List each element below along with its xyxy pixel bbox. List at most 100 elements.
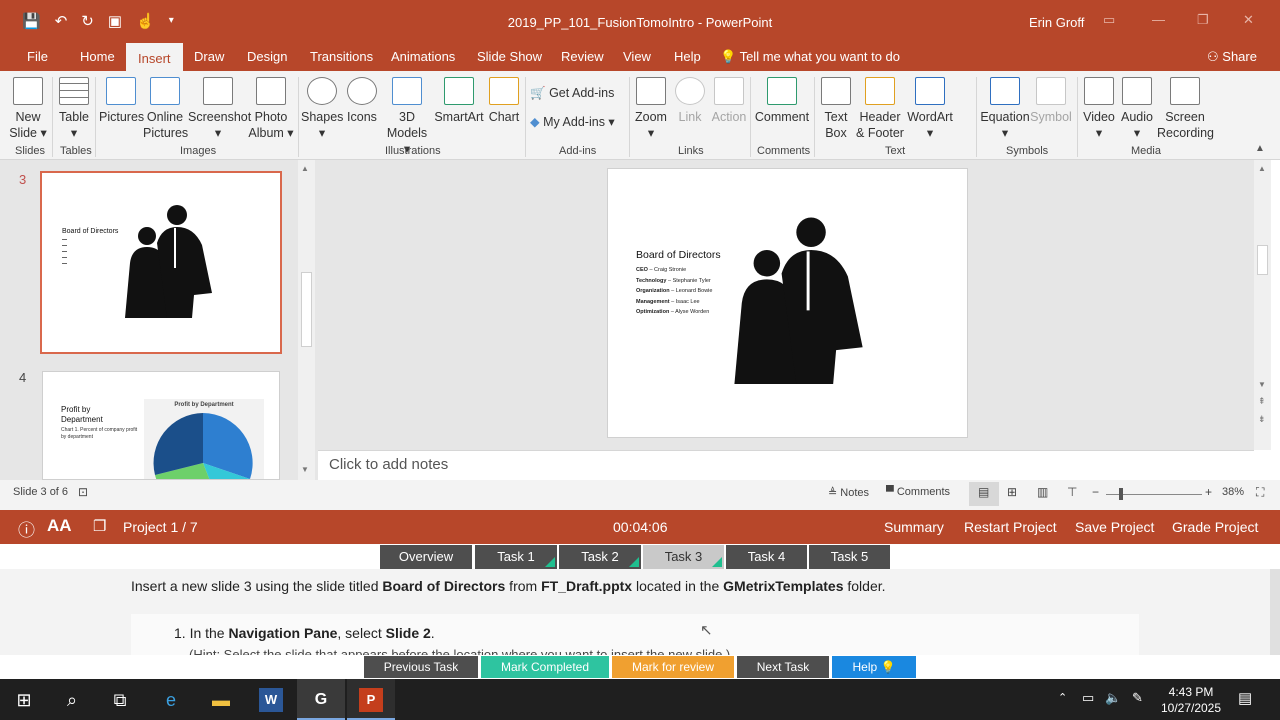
- symbol-button[interactable]: Symbol: [1030, 77, 1072, 125]
- photo-album-button[interactable]: Photo Album ▾: [248, 77, 294, 141]
- slide-sorter-icon[interactable]: ⊞: [1007, 485, 1017, 499]
- current-slide[interactable]: Board of Directors CEO – Craig Stronie T…: [607, 168, 968, 438]
- zoom-slider-thumb[interactable]: [1119, 488, 1123, 500]
- volume-icon[interactable]: 🔈: [1105, 690, 1121, 706]
- font-size-icon[interactable]: AA: [47, 516, 72, 536]
- next-slide-icon[interactable]: ⇟: [1258, 414, 1266, 425]
- tab-task-1[interactable]: Task 1: [475, 545, 557, 569]
- audio-button[interactable]: Audio ▾: [1119, 77, 1155, 141]
- tell-me-box[interactable]: 💡 Tell me what you want to do: [720, 49, 900, 65]
- mark-for-review-button[interactable]: Mark for review: [612, 656, 734, 678]
- mark-completed-button[interactable]: Mark Completed: [481, 656, 609, 678]
- network-icon[interactable]: ▭: [1082, 690, 1094, 706]
- smartart-button[interactable]: SmartArt: [433, 77, 485, 125]
- tab-slide-show[interactable]: Slide Show: [477, 49, 542, 64]
- edge-browser-icon[interactable]: e: [159, 688, 183, 712]
- tab-overview[interactable]: Overview: [380, 545, 472, 569]
- tab-design[interactable]: Design: [247, 49, 287, 64]
- task-view-icon[interactable]: ⧉: [108, 688, 132, 712]
- notifications-icon[interactable]: ▤: [1238, 689, 1252, 707]
- ribbon-display-icon[interactable]: ▭: [1103, 12, 1115, 28]
- word-icon[interactable]: W: [259, 688, 283, 712]
- zoom-button[interactable]: Zoom ▾: [633, 77, 669, 141]
- thumbnail-scrollbar[interactable]: ▲ ▼: [298, 160, 315, 480]
- screen-recording-button[interactable]: Screen Recording: [1157, 77, 1214, 141]
- scroll-down-icon[interactable]: ▼: [1258, 380, 1266, 389]
- collapse-ribbon-icon[interactable]: ▲: [1255, 143, 1265, 154]
- share-button[interactable]: ⚇ Share: [1207, 49, 1257, 65]
- windows-start-icon[interactable]: ⊞: [12, 688, 36, 712]
- editor-scrollbar[interactable]: ▲ ▼ ⇞ ⇟: [1254, 160, 1271, 450]
- reading-view-icon[interactable]: ▥: [1037, 485, 1048, 499]
- grade-project-button[interactable]: Grade Project: [1172, 519, 1258, 535]
- zoom-in-icon[interactable]: +: [1205, 485, 1212, 499]
- comments-button[interactable]: ▀ Comments: [886, 486, 950, 498]
- scroll-up-icon[interactable]: ▲: [1258, 164, 1266, 173]
- tab-home[interactable]: Home: [80, 49, 115, 64]
- zoom-slider[interactable]: [1106, 488, 1202, 500]
- shapes-button[interactable]: Shapes ▾: [301, 77, 343, 141]
- comment-button[interactable]: Comment: [754, 77, 810, 125]
- pictures-button[interactable]: Pictures: [99, 77, 144, 125]
- scroll-up-icon[interactable]: ▲: [301, 164, 309, 173]
- slide-show-icon[interactable]: ⊤: [1067, 485, 1077, 499]
- slide-thumbnail-3[interactable]: Board of Directors: [40, 171, 282, 354]
- save-project-button[interactable]: Save Project: [1075, 519, 1154, 535]
- scroll-down-icon[interactable]: ▼: [301, 465, 309, 474]
- minimize-icon[interactable]: —: [1152, 12, 1165, 27]
- tab-file[interactable]: File: [27, 49, 48, 64]
- zoom-percent[interactable]: 38%: [1222, 486, 1244, 498]
- previous-slide-icon[interactable]: ⇞: [1258, 396, 1266, 407]
- business-people-silhouette[interactable]: [730, 214, 870, 392]
- icons-button[interactable]: Icons: [345, 77, 379, 125]
- slide-thumbnail-4[interactable]: Profit by Department Chart 1. Percent of…: [42, 371, 280, 480]
- tab-task-4[interactable]: Task 4: [726, 545, 807, 569]
- fit-to-window-icon[interactable]: ⛶: [1256, 485, 1264, 500]
- restart-project-button[interactable]: Restart Project: [964, 519, 1057, 535]
- get-addins-button[interactable]: 🛒 Get Add-ins: [530, 85, 620, 101]
- next-task-button[interactable]: Next Task: [737, 656, 829, 678]
- tab-help[interactable]: Help: [674, 49, 701, 64]
- show-hidden-icons-icon[interactable]: ⌃: [1058, 691, 1067, 704]
- instructions-scrollbar[interactable]: [1270, 569, 1280, 655]
- tab-task-3[interactable]: Task 3: [643, 545, 724, 569]
- chart-button[interactable]: Chart: [487, 77, 521, 125]
- tab-insert[interactable]: Insert: [126, 43, 183, 71]
- previous-task-button[interactable]: Previous Task: [364, 656, 478, 678]
- pen-icon[interactable]: ✎: [1132, 690, 1143, 706]
- action-button[interactable]: Action: [710, 77, 748, 125]
- accessibility-icon[interactable]: ⊡: [78, 485, 88, 499]
- scrollbar-thumb[interactable]: [1257, 245, 1268, 275]
- notes-pane[interactable]: Click to add notes: [318, 450, 1254, 480]
- notes-button[interactable]: ≜ Notes: [828, 486, 869, 499]
- tab-task-2[interactable]: Task 2: [559, 545, 641, 569]
- close-icon[interactable]: ✕: [1243, 12, 1254, 28]
- wordart-button[interactable]: WordArt ▾: [907, 77, 953, 141]
- summary-button[interactable]: Summary: [884, 519, 944, 535]
- header-footer-button[interactable]: Header & Footer: [855, 77, 905, 141]
- slide-body[interactable]: CEO – Craig Stronie Technology – Stephan…: [636, 265, 712, 318]
- maximize-icon[interactable]: ❐: [1197, 12, 1209, 28]
- help-button[interactable]: Help 💡: [832, 656, 916, 678]
- tab-view[interactable]: View: [623, 49, 651, 64]
- screenshot-button[interactable]: Screenshot ▾: [188, 77, 251, 141]
- window-icon[interactable]: ❐: [93, 517, 106, 535]
- user-name[interactable]: Erin Groff: [1029, 15, 1084, 30]
- link-button[interactable]: Link: [673, 77, 707, 125]
- video-button[interactable]: Video ▾: [1082, 77, 1116, 141]
- table-button[interactable]: Table ▾: [57, 77, 91, 141]
- tab-draw[interactable]: Draw: [194, 49, 224, 64]
- tab-animations[interactable]: Animations: [391, 49, 455, 64]
- scrollbar-thumb[interactable]: [301, 272, 312, 347]
- online-pictures-button[interactable]: Online Pictures: [143, 77, 188, 141]
- text-box-button[interactable]: Text Box: [819, 77, 853, 141]
- tab-transitions[interactable]: Transitions: [310, 49, 373, 64]
- new-slide-button[interactable]: New Slide ▾: [8, 77, 48, 141]
- my-addins-button[interactable]: ◆ My Add-ins ▾: [530, 114, 626, 130]
- zoom-out-icon[interactable]: −: [1092, 485, 1099, 499]
- help-circle-icon[interactable]: ⓘ: [18, 516, 35, 541]
- clock[interactable]: 4:43 PM 10/27/2025: [1160, 684, 1222, 716]
- tab-task-5[interactable]: Task 5: [809, 545, 890, 569]
- search-icon[interactable]: ⌕: [60, 688, 84, 712]
- slide-title[interactable]: Board of Directors: [636, 249, 721, 261]
